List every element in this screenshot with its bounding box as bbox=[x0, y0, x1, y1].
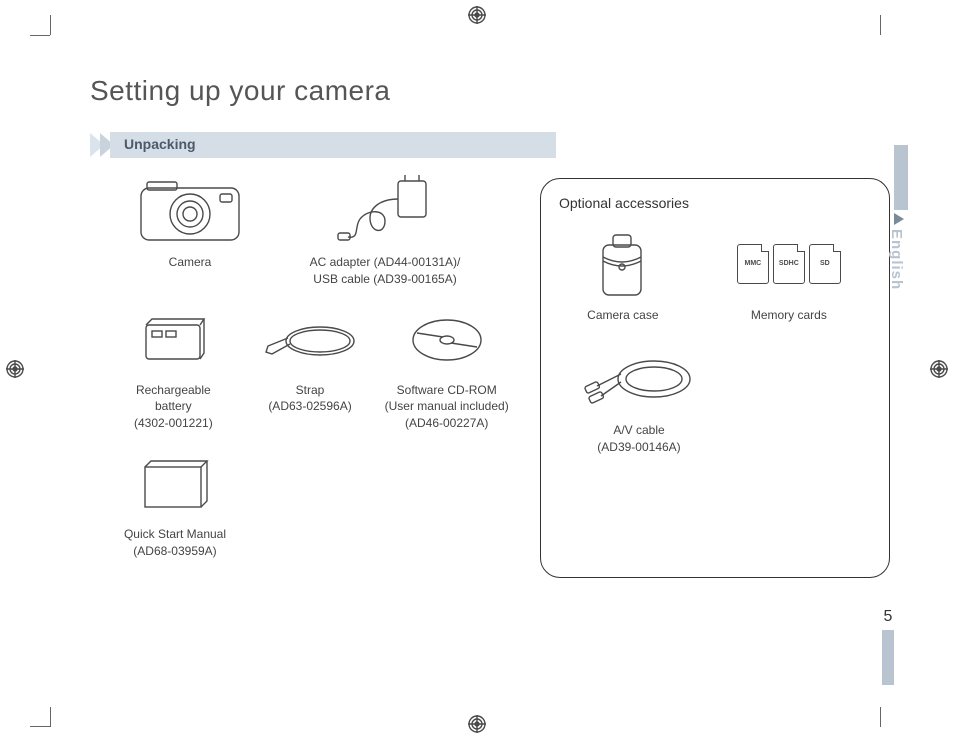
registration-mark-icon bbox=[6, 360, 24, 378]
item-label: USB cable (AD39-00165A) bbox=[280, 271, 490, 288]
section-heading: Unpacking bbox=[124, 136, 196, 152]
item-label: (User manual included) bbox=[383, 398, 510, 415]
item-label: Quick Start Manual bbox=[110, 526, 240, 543]
item-label: Camera bbox=[110, 254, 270, 271]
language-tab: English bbox=[882, 145, 908, 290]
item-label: Rechargeable bbox=[110, 382, 237, 399]
crop-mark bbox=[30, 726, 50, 727]
memory-cards-icon: MMC SDHC SD bbox=[735, 229, 843, 299]
sd-card-icon: SD bbox=[809, 244, 841, 284]
adapter-icon bbox=[280, 178, 490, 248]
page-content: Setting up your camera Unpacking Camera … bbox=[60, 45, 890, 705]
page-number: 5 bbox=[882, 608, 894, 685]
registration-mark-icon bbox=[930, 360, 948, 378]
item-ac-adapter: AC adapter (AD44-00131A)/ USB cable (AD3… bbox=[280, 178, 490, 288]
page-number-value: 5 bbox=[882, 608, 894, 626]
registration-mark-icon bbox=[468, 715, 486, 733]
item-label: (AD39-00146A) bbox=[579, 439, 699, 456]
item-manual: Quick Start Manual (AD68-03959A) bbox=[110, 450, 240, 560]
section-header: Unpacking bbox=[90, 132, 890, 158]
item-memory-cards: MMC SDHC SD Memory cards bbox=[735, 229, 843, 324]
arrow-right-icon bbox=[894, 213, 904, 225]
crop-mark bbox=[30, 35, 50, 36]
sdhc-card-icon: SDHC bbox=[773, 244, 805, 284]
crop-mark bbox=[880, 707, 881, 727]
item-label: Strap bbox=[247, 382, 374, 399]
item-camera: Camera bbox=[110, 178, 270, 288]
item-label: Memory cards bbox=[735, 307, 843, 324]
camera-icon bbox=[110, 178, 270, 248]
item-label: (AD46-00227A) bbox=[383, 415, 510, 432]
page-title: Setting up your camera bbox=[90, 75, 890, 107]
case-icon bbox=[587, 229, 658, 299]
item-label: A/V cable bbox=[579, 422, 699, 439]
item-label: battery bbox=[110, 398, 237, 415]
crop-mark bbox=[50, 15, 51, 35]
item-label: Camera case bbox=[587, 307, 658, 324]
item-strap: Strap (AD63-02596A) bbox=[247, 306, 374, 432]
cable-icon bbox=[579, 344, 699, 414]
language-label: English bbox=[888, 229, 905, 290]
manual-icon bbox=[110, 450, 240, 520]
crop-mark bbox=[880, 15, 881, 35]
optional-accessories-box: Optional accessories Camera case MMC SDH… bbox=[540, 178, 890, 578]
battery-icon bbox=[110, 306, 237, 376]
item-label: (4302-001221) bbox=[110, 415, 237, 432]
registration-mark-icon bbox=[468, 6, 486, 24]
item-label: Software CD-ROM bbox=[383, 382, 510, 399]
strap-icon bbox=[247, 306, 374, 376]
item-battery: Rechargeable battery (4302-001221) bbox=[110, 306, 237, 432]
item-label: AC adapter (AD44-00131A)/ bbox=[280, 254, 490, 271]
crop-mark bbox=[50, 707, 51, 727]
cd-icon bbox=[383, 306, 510, 376]
included-items: Camera AC adapter (AD44-00131A)/ USB cab… bbox=[110, 178, 510, 578]
item-label: (AD68-03959A) bbox=[110, 543, 240, 560]
item-cdrom: Software CD-ROM (User manual included) (… bbox=[383, 306, 510, 432]
mmc-card-icon: MMC bbox=[737, 244, 769, 284]
item-label: (AD63-02596A) bbox=[247, 398, 374, 415]
item-camera-case: Camera case bbox=[587, 229, 658, 324]
item-av-cable: A/V cable (AD39-00146A) bbox=[579, 344, 699, 456]
optional-heading: Optional accessories bbox=[559, 195, 871, 211]
